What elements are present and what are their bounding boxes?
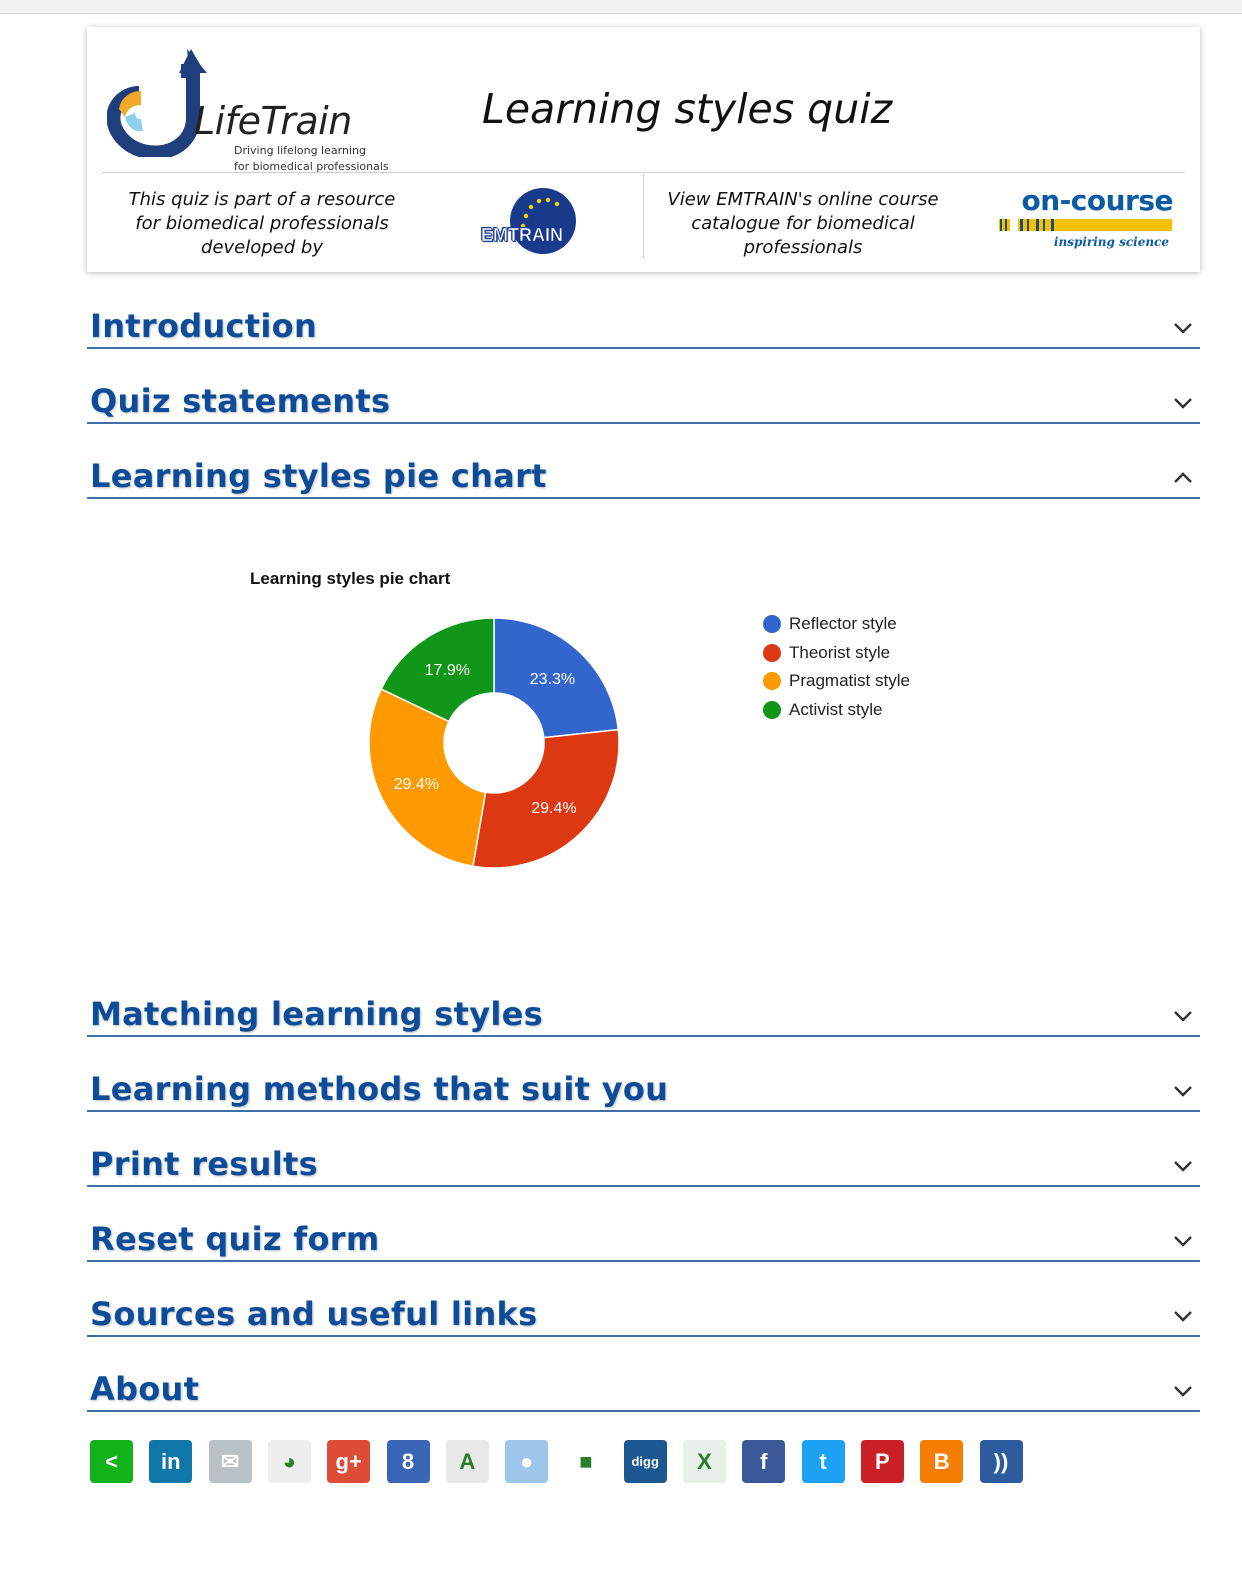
legend-dot: [763, 672, 781, 690]
chevron-up-icon: [1174, 472, 1192, 483]
browser-top-strip: [0, 0, 1242, 14]
section-quiz-statements[interactable]: Quiz statements: [87, 374, 1200, 424]
lifetrain-tagline-line-1: Driving lifelong learning: [234, 144, 366, 157]
header-vertical-divider: [643, 174, 644, 258]
emtrain-logo[interactable]: EMTRAIN: [479, 185, 579, 257]
chevron-down-icon: [1174, 323, 1192, 334]
section-learning-styles-pie-chart[interactable]: Learning styles pie chart: [87, 449, 1200, 499]
legend-dot: [763, 615, 781, 633]
email-icon[interactable]: ✉: [208, 1440, 252, 1483]
section-title: Matching learning styles: [90, 995, 544, 1033]
oncourse-tagline: inspiring science: [1053, 235, 1169, 249]
share-glyph: <: [105, 1448, 118, 1474]
section-title: Learning styles pie chart: [90, 457, 547, 495]
section-title: Introduction: [90, 307, 318, 345]
legend-label: Activist style: [789, 700, 883, 719]
xing-icon[interactable]: X: [683, 1440, 726, 1483]
section-title: Learning methods that suit you: [90, 1070, 669, 1108]
digg-icon[interactable]: digg: [623, 1440, 667, 1483]
oncourse-stripe-icon: [996, 219, 1172, 231]
legend-label: Reflector style: [789, 614, 897, 633]
section-title: Print results: [90, 1145, 318, 1183]
google-glyph: 8: [401, 1448, 415, 1474]
chevron-down-icon: [1174, 398, 1192, 409]
google-translate-icon[interactable]: A: [445, 1440, 489, 1483]
section-title: Quiz statements: [90, 382, 391, 420]
emtrain-globe-icon: [510, 188, 576, 254]
pie-label-activist: 17.9%: [425, 662, 470, 679]
header-card: LifeTrain Driving lifelong learning for …: [87, 27, 1200, 272]
linkedin-glyph: in: [161, 1448, 181, 1474]
xing-glyph: X: [697, 1448, 712, 1474]
google-translate-glyph: A: [459, 1448, 476, 1474]
share-icon[interactable]: <: [90, 1440, 133, 1483]
google-icon[interactable]: 8: [386, 1440, 430, 1483]
reddit-icon[interactable]: ●: [505, 1440, 549, 1483]
lifetrain-logo[interactable]: LifeTrain Driving lifelong learning for …: [106, 47, 397, 173]
page-title: Learning styles quiz: [482, 85, 893, 133]
emtrain-label: EMTRAIN: [481, 225, 564, 246]
learning-styles-chart: Learning styles pie chart 23.3% 29.4% 29.4…: [240, 555, 940, 885]
digg-glyph: digg: [631, 1454, 659, 1469]
section-matching-learning-styles[interactable]: Matching learning styles: [87, 987, 1200, 1037]
oncourse-label: on-course: [1021, 184, 1173, 217]
pie-label-pragmatist: 29.4%: [394, 776, 439, 793]
catalogue-description[interactable]: View EMTRAIN's online course catalogue f…: [667, 188, 939, 260]
chevron-down-icon: [1174, 1236, 1192, 1247]
chart-title: Learning styles pie chart: [250, 569, 451, 588]
section-reset-quiz-form[interactable]: Reset quiz form: [87, 1212, 1200, 1262]
delicious-icon[interactable]: ■: [564, 1440, 608, 1483]
rss-icon[interactable]: )): [979, 1440, 1023, 1483]
pie-label-theorist: 29.4%: [531, 800, 576, 817]
section-introduction[interactable]: Introduction: [87, 299, 1200, 349]
legend-label: Pragmatist style: [789, 671, 910, 690]
section-learning-methods[interactable]: Learning methods that suit you: [87, 1062, 1200, 1112]
facebook-glyph: f: [760, 1448, 768, 1474]
email-glyph: ✉: [220, 1448, 240, 1474]
facebook-icon[interactable]: f: [742, 1440, 786, 1483]
header-divider: [102, 172, 1185, 173]
section-title: Reset quiz form: [90, 1220, 380, 1258]
resource-description: This quiz is part of a resource for biom…: [128, 189, 396, 258]
chevron-down-icon: [1174, 1161, 1192, 1172]
section-about[interactable]: About: [87, 1362, 1200, 1412]
lifetrain-tagline: Driving lifelong learning for biomedical…: [234, 143, 389, 175]
section-title: About: [90, 1370, 200, 1408]
reddit-glyph: ●: [519, 1448, 534, 1474]
twitter-icon[interactable]: t: [801, 1440, 845, 1483]
blogger-icon[interactable]: B: [920, 1440, 964, 1483]
section-title: Sources and useful links: [90, 1295, 538, 1333]
oncourse-logo[interactable]: on-course inspiring science: [992, 184, 1177, 254]
share-toolbar: < in ✉ ◕ g+ 8 A ● ■ digg Xf t P B)): [90, 1440, 1030, 1484]
section-print-results[interactable]: Print results: [87, 1137, 1200, 1187]
chevron-down-icon: [1174, 1086, 1192, 1097]
blogger-glyph: B: [933, 1448, 950, 1474]
chevron-down-icon: [1174, 1311, 1192, 1322]
google-bookmarks-icon[interactable]: ◕: [267, 1440, 311, 1483]
chevron-down-icon: [1174, 1011, 1192, 1022]
pinterest-icon[interactable]: P: [860, 1440, 904, 1483]
chevron-down-icon: [1174, 1386, 1192, 1397]
linkedin-icon[interactable]: in: [149, 1440, 193, 1483]
pie-chart-svg: 23.3% 29.4% 29.4% 17.9%: [368, 617, 620, 869]
delicious-glyph: ■: [579, 1448, 593, 1474]
google-plus-icon[interactable]: g+: [327, 1440, 371, 1483]
twitter-glyph: t: [819, 1448, 827, 1474]
lifetrain-name: LifeTrain: [194, 99, 352, 143]
google-plus-glyph: g+: [335, 1448, 362, 1474]
legend-label: Theorist style: [789, 643, 891, 662]
legend-dot: [763, 644, 781, 662]
rss-glyph: )): [993, 1448, 1009, 1474]
section-sources-links[interactable]: Sources and useful links: [87, 1287, 1200, 1337]
google-bookmarks-glyph: ◕: [282, 1448, 297, 1474]
pie-label-reflector: 23.3%: [530, 671, 575, 688]
pinterest-glyph: P: [875, 1448, 890, 1474]
legend-dot: [763, 701, 781, 719]
